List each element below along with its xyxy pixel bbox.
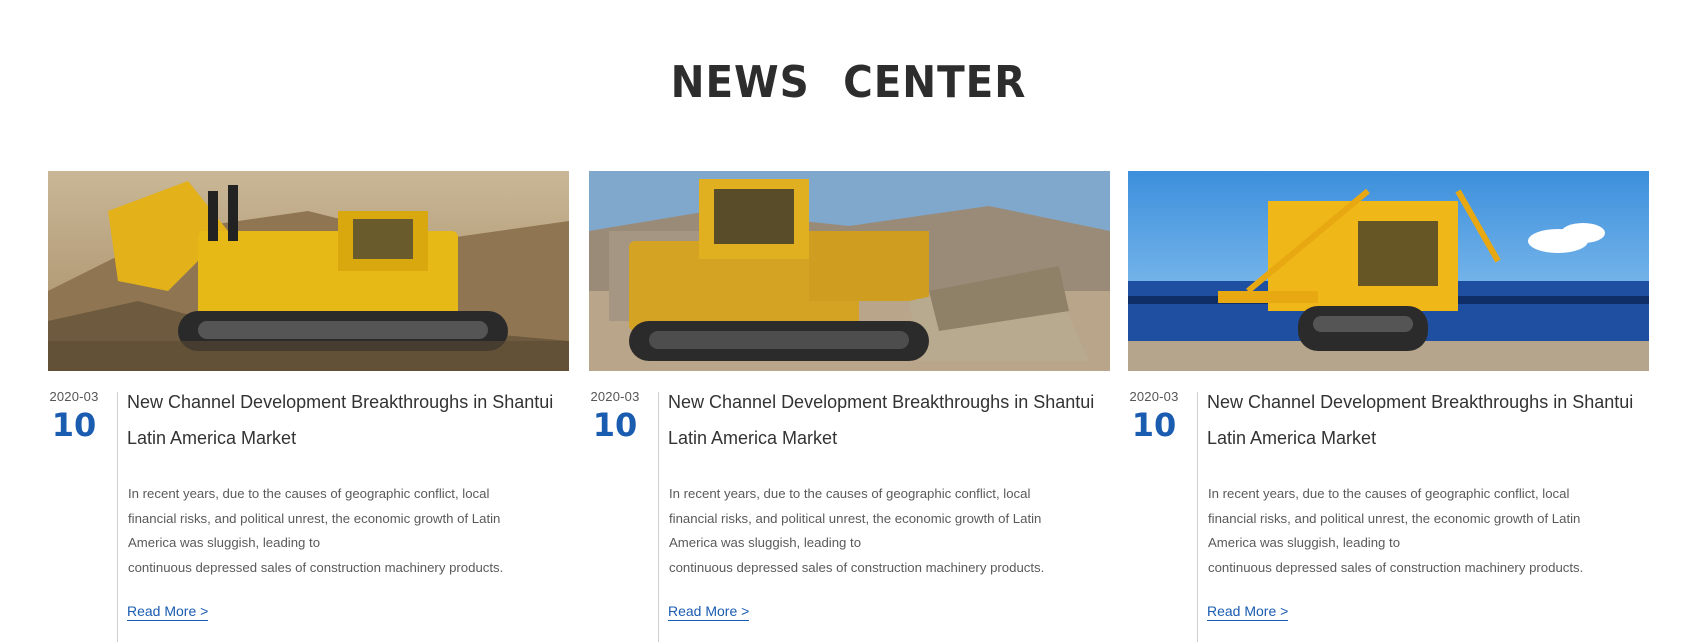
news-date-day: 10 [1131, 406, 1177, 444]
news-title[interactable]: New Channel Development Breakthroughs in… [668, 384, 1108, 456]
divider [1197, 392, 1198, 642]
summary-line: America was sluggish, leading to [1208, 535, 1401, 550]
news-card: 2020-03 10 New Channel Development Break… [589, 171, 1110, 642]
read-more-link[interactable]: Read More > [127, 603, 209, 621]
news-title[interactable]: New Channel Development Breakthroughs in… [127, 384, 567, 456]
news-thumbnail[interactable] [589, 171, 1110, 371]
summary-line: continuous depressed sales of constructi… [669, 559, 1045, 575]
read-more-link[interactable]: Read More > [668, 603, 750, 621]
summary-line: In recent years, due to the causes of ge… [1208, 486, 1570, 501]
news-title[interactable]: New Channel Development Breakthroughs in… [1207, 384, 1647, 456]
news-date: 2020-03 10 [589, 389, 641, 444]
read-more-link[interactable]: Read More > [1207, 603, 1289, 621]
news-date-year-month: 2020-03 [1129, 389, 1179, 404]
news-thumbnail[interactable] [1128, 171, 1649, 371]
divider [658, 392, 659, 642]
news-date-year-month: 2020-03 [49, 389, 99, 404]
summary-line: America was sluggish, leading to [128, 535, 321, 550]
news-thumbnail[interactable] [48, 171, 569, 371]
summary-line: financial risks, and political unrest, t… [669, 510, 1042, 526]
section-title: NEWS CENTER [670, 57, 1027, 109]
bulldozer-photo [48, 171, 569, 371]
news-summary: In recent years, due to the causes of ge… [1208, 482, 1638, 580]
news-summary: In recent years, due to the causes of ge… [669, 482, 1099, 580]
summary-line: continuous depressed sales of constructi… [1208, 559, 1584, 575]
news-date: 2020-03 10 [48, 389, 100, 444]
summary-line: financial risks, and political unrest, t… [128, 510, 501, 526]
summary-line: In recent years, due to the causes of ge… [128, 486, 490, 501]
news-card: 2020-03 10 New Channel Development Break… [1128, 171, 1649, 642]
bulldozer-photo [1128, 171, 1649, 371]
news-date-day: 10 [51, 406, 97, 444]
summary-line: America was sluggish, leading to [669, 535, 862, 550]
bulldozer-photo [589, 171, 1110, 371]
news-date: 2020-03 10 [1128, 389, 1180, 444]
news-summary: In recent years, due to the causes of ge… [128, 482, 558, 580]
divider [117, 392, 118, 642]
news-date-day: 10 [592, 406, 638, 444]
summary-line: continuous depressed sales of constructi… [128, 559, 504, 575]
news-date-year-month: 2020-03 [590, 389, 640, 404]
news-card: 2020-03 10 New Channel Development Break… [48, 171, 569, 642]
summary-line: financial risks, and political unrest, t… [1208, 510, 1581, 526]
summary-line: In recent years, due to the causes of ge… [669, 486, 1031, 501]
